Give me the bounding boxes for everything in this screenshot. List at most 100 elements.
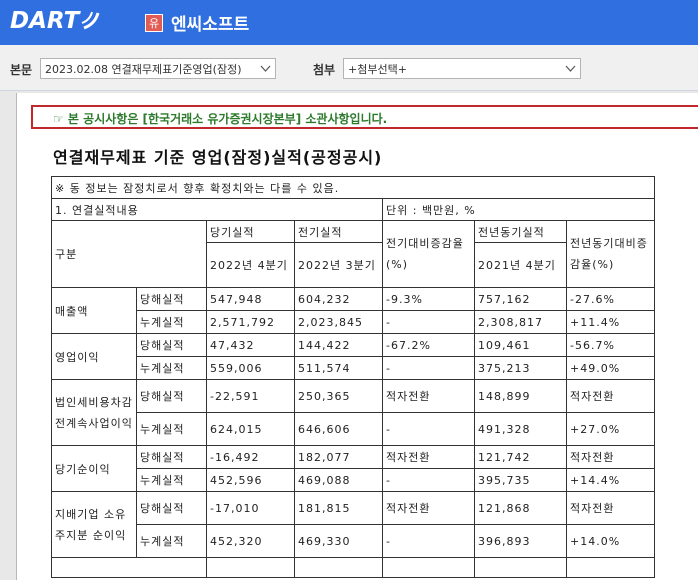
row-group-label: 영업이익 — [51, 333, 137, 380]
document-viewer: ☞ 본 공시사항은 [한국거래소 유가증권시장본부] 소관사항입니다. 연결재무… — [16, 93, 698, 580]
cell-current: -22,591 — [206, 379, 295, 413]
cell-ly-rate: +14.0% — [566, 524, 655, 558]
report-title: 연결재무제표 기준 영업(잠정)실적(공정공시) — [53, 148, 383, 167]
row-type: 누계실적 — [136, 524, 207, 558]
table-row: 영업이익 당해실적 47,432 144,422 -67.2% 109,461 … — [51, 333, 655, 380]
main-doc-select[interactable]: 2023.02.08 연결재무제표기준영업(잠정) — [40, 58, 276, 79]
cell-previous: 646,606 — [294, 412, 383, 446]
table-row: 당기순이익 당해실적 -16,492 182,077 적자전환 121,742 … — [51, 445, 655, 492]
cell-ly-rate: +14.4% — [566, 468, 655, 492]
header-current: 당기실적 — [206, 220, 295, 243]
cell-ly-rate: -56.7% — [566, 333, 655, 357]
header-previous: 전기실적 — [294, 220, 383, 243]
header-previous-period: 2022년 3분기 — [294, 242, 383, 288]
table-row: 누계실적 559,006 511,574 - 375,213 +49.0% — [52, 356, 655, 380]
earnings-table: ※ 동 정보는 잠정치로서 향후 확정치와는 다를 수 있음. 1. 연결실적내… — [51, 176, 655, 578]
cell-prev-rate: 적자전환 — [382, 379, 475, 413]
table-row: 누계실적 2,571,792 2,023,845 - 2,308,817 +11… — [52, 310, 655, 334]
cell-ly-rate: -27.6% — [566, 287, 655, 311]
cell-last-year: 2,308,817 — [474, 310, 567, 334]
main-doc-select-value: 2023.02.08 연결재무제표기준영업(잠정) — [45, 63, 242, 76]
content-area: ☞ 본 공시사항은 [한국거래소 유가증권시장본부] 소관사항입니다. 연결재무… — [0, 91, 698, 580]
cell-previous: 182,077 — [294, 445, 383, 469]
table-row: 누계실적 452,596 469,088 - 395,735 +14.4% — [52, 468, 655, 492]
app-header: DART 유 엔씨소프트 — [0, 0, 698, 45]
cell-previous: 2,023,845 — [294, 310, 383, 334]
unit-label: 단위 : 백만원, % — [382, 198, 655, 221]
row-type: 누계실적 — [136, 356, 207, 380]
cell-prev-rate: - — [382, 468, 475, 492]
row-type: 누계실적 — [136, 412, 207, 446]
cell-prev-rate: - — [382, 524, 475, 558]
row-type: 당해실적 — [136, 445, 207, 469]
cell-current: 2,571,792 — [206, 310, 295, 334]
disclaimer-note: ※ 동 정보는 잠정치로서 향후 확정치와는 다를 수 있음. — [51, 176, 655, 199]
jurisdiction-notice: ☞ 본 공시사항은 [한국거래소 유가증권시장본부] 소관사항입니다. — [31, 105, 698, 129]
header-category: 구분 — [51, 220, 207, 288]
header-current-period: 2022년 4분기 — [206, 242, 295, 288]
logo-swoosh-icon — [81, 11, 100, 30]
row-group-label: 매출액 — [51, 287, 137, 334]
cell-last-year: 757,162 — [474, 287, 567, 311]
attach-select[interactable]: +첨부선택+ — [343, 58, 581, 79]
cell-prev-rate: - — [382, 356, 475, 380]
cell-previous: 604,232 — [294, 287, 383, 311]
table-row: 누계실적 624,015 646,606 - 491,328 +27.0% — [52, 412, 655, 446]
cell-previous: 250,365 — [294, 379, 383, 413]
cell-prev-rate: 적자전환 — [382, 491, 475, 525]
document-selector-bar: 본문 2023.02.08 연결재무제표기준영업(잠정) 첨부 +첨부선택+ — [0, 45, 698, 91]
cell-ly-rate: +49.0% — [566, 356, 655, 380]
cell-last-year: 395,735 — [474, 468, 567, 492]
row-type: 누계실적 — [136, 468, 207, 492]
cell-prev-rate: -67.2% — [382, 333, 475, 357]
cell-current: 47,432 — [206, 333, 295, 357]
cell-current: -17,010 — [206, 491, 295, 525]
row-group-label: 당기순이익 — [51, 445, 137, 492]
main-doc-label: 본문 — [10, 63, 33, 77]
cell-previous: 469,088 — [294, 468, 383, 492]
company-name: 엔씨소프트 — [171, 15, 250, 35]
cell-last-year: 375,213 — [474, 356, 567, 380]
table-row: 누계실적 452,320 469,330 - 396,893 +14.0% — [52, 524, 655, 558]
cell-previous: 469,330 — [294, 524, 383, 558]
table-row: 지배기업 소유주지분 순이익 당해실적 -17,010 181,815 적자전환… — [51, 491, 655, 558]
cell-prev-rate: 적자전환 — [382, 445, 475, 469]
table-row: 매출액 당해실적 547,948 604,232 -9.3% 757,162 -… — [51, 287, 655, 334]
cell-current: 547,948 — [206, 287, 295, 311]
cell-last-year: 491,328 — [474, 412, 567, 446]
row-type: 당해실적 — [136, 333, 207, 357]
row-type: 당해실적 — [136, 491, 207, 525]
cell-ly-rate: 적자전환 — [566, 379, 655, 413]
cell-prev-rate: -9.3% — [382, 287, 475, 311]
row-type: 당해실적 — [136, 379, 207, 413]
cell-prev-rate: - — [382, 310, 475, 334]
cell-last-year: 121,742 — [474, 445, 567, 469]
header-last-year: 전년동기실적 — [474, 220, 567, 243]
dart-logo[interactable]: DART — [10, 5, 101, 37]
cell-current: 559,006 — [206, 356, 295, 380]
row-group-label: 지배기업 소유주지분 순이익 — [51, 491, 137, 558]
header-last-year-period: 2021년 4분기 — [474, 242, 567, 288]
market-badge: 유 — [145, 13, 163, 32]
company-title: 유 엔씨소프트 — [145, 10, 249, 35]
row-type: 당해실적 — [136, 287, 207, 311]
table-row — [51, 557, 655, 578]
cell-ly-rate: 적자전환 — [566, 491, 655, 525]
row-group-label: 법인세비용차감전계속사업이익 — [51, 379, 137, 446]
chevron-down-icon — [260, 65, 271, 72]
cell-prev-rate: - — [382, 412, 475, 446]
header-ly-change: 전년동기대비증감율(%) — [566, 220, 655, 288]
table-row: 법인세비용차감전계속사업이익 당해실적 -22,591 250,365 적자전환… — [51, 379, 655, 446]
chevron-down-icon — [565, 65, 576, 72]
cell-current: -16,492 — [206, 445, 295, 469]
cell-current: 452,320 — [206, 524, 295, 558]
cell-previous: 144,422 — [294, 333, 383, 357]
row-type: 누계실적 — [136, 310, 207, 334]
cell-previous: 181,815 — [294, 491, 383, 525]
logo-text: DART — [10, 8, 80, 34]
section-title: 1. 연결실적내용 — [51, 198, 383, 221]
cell-ly-rate: +11.4% — [566, 310, 655, 334]
cell-current: 624,015 — [206, 412, 295, 446]
header-prev-change: 전기대비증감율(%) — [382, 220, 475, 288]
cell-current: 452,596 — [206, 468, 295, 492]
